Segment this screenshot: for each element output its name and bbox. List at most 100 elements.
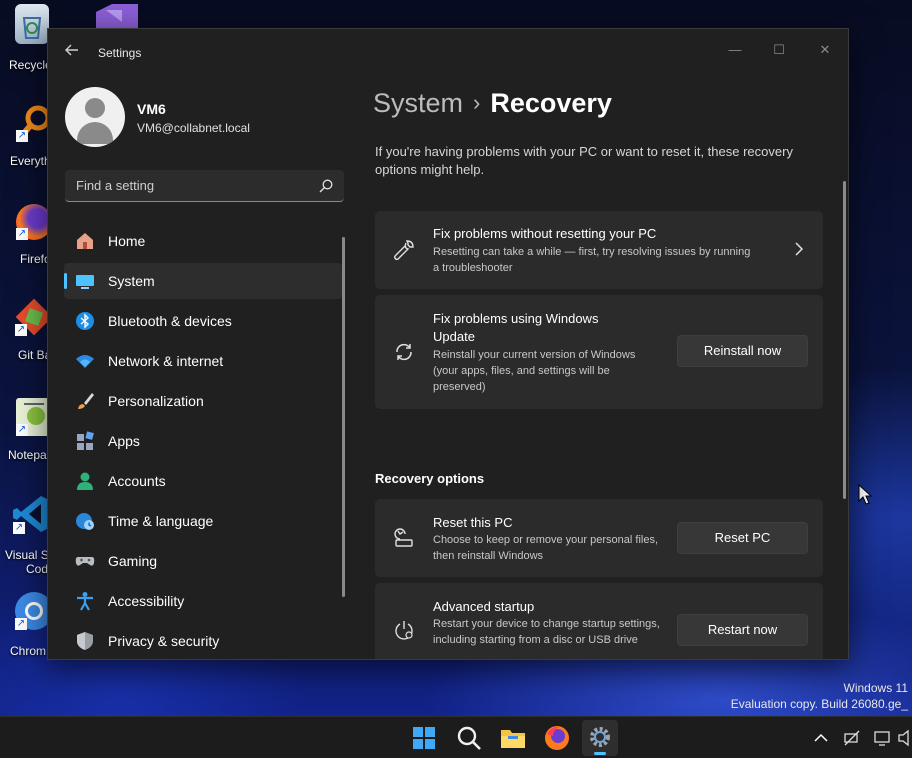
avatar-body xyxy=(77,122,113,144)
search-icon[interactable] xyxy=(455,724,483,752)
card-description: Resetting can take a while — first, try … xyxy=(433,246,751,274)
sidebar-item-personalization[interactable]: Personalization xyxy=(64,383,342,419)
shortcut-arrow-icon: ↗ xyxy=(16,424,28,436)
sidebar-item-label: Accessibility xyxy=(108,593,185,609)
sidebar-item-apps[interactable]: Apps xyxy=(64,423,342,459)
reinstall-now-button[interactable]: Reinstall now xyxy=(677,335,808,367)
card-description: Reinstall your current version of Window… xyxy=(433,349,636,393)
avatar-head xyxy=(85,98,105,118)
watermark-line2: Evaluation copy. Build 26080.ge_ xyxy=(730,697,908,711)
settings-window: Settings — ☐ ✕ VM6 VM6@collabnet.local H… xyxy=(47,28,849,660)
desktop-icon-label: Chrom xyxy=(10,644,47,658)
taskbar xyxy=(0,716,912,758)
chevron-right-icon xyxy=(795,242,804,256)
restart-now-button[interactable]: Restart now xyxy=(677,614,808,646)
accounts-icon xyxy=(77,472,93,490)
sidebar-item-label: Gaming xyxy=(108,553,158,569)
sidebar-item-home[interactable]: Home xyxy=(64,223,342,259)
main-content: System › Recovery If you're having problem… xyxy=(348,75,848,659)
advanced-startup-icon xyxy=(395,621,413,640)
visual-studio-icon[interactable] xyxy=(92,2,142,28)
card-title: Reset this PC xyxy=(433,515,513,530)
display-icon[interactable] xyxy=(874,729,892,747)
sidebar-item-system[interactable]: System xyxy=(64,263,342,299)
desktop-icon-label-line2: Cod xyxy=(26,562,49,576)
card-description: Restart your device to change startup se… xyxy=(433,618,660,646)
shortcut-arrow-icon: ↗ xyxy=(15,618,27,630)
search-box[interactable] xyxy=(65,170,344,202)
close-button[interactable]: ✕ xyxy=(802,35,848,65)
wifi-icon xyxy=(76,355,94,368)
sidebar-item-label: Privacy & security xyxy=(108,633,220,649)
minimize-button[interactable]: — xyxy=(712,35,758,65)
sidebar-item-label: Accounts xyxy=(108,473,166,489)
shortcut-arrow-icon: ↗ xyxy=(16,228,28,240)
desktop-icon-label: Visual St xyxy=(5,548,53,562)
home-icon xyxy=(77,233,93,249)
sidebar-item-label: Network & internet xyxy=(108,353,224,369)
desktop-icon-label: Everyth xyxy=(10,154,51,168)
desktop-icon-label: Notepa xyxy=(8,448,47,462)
maximize-button[interactable]: ☐ xyxy=(756,35,802,65)
sidebar-item-accessibility[interactable]: Accessibility xyxy=(64,583,342,619)
sidebar: VM6 VM6@collabnet.local Home System Blue… xyxy=(48,75,348,659)
sidebar-item-accounts[interactable]: Accounts xyxy=(64,463,342,499)
card-title: Fix problems using Windows Update xyxy=(433,311,599,344)
evaluation-watermark: Windows 11 Evaluation copy. Build 26080.… xyxy=(731,680,908,712)
mouse-cursor-icon xyxy=(858,484,872,505)
card-advanced-startup: Advanced startup Restart your device to … xyxy=(375,583,823,659)
reset-pc-icon xyxy=(394,528,413,547)
sidebar-item-privacy-security[interactable]: Privacy & security xyxy=(64,623,342,659)
file-explorer-icon[interactable] xyxy=(499,724,527,752)
avatar[interactable] xyxy=(65,87,125,147)
card-fix-windows-update: Fix problems using Windows Update Reinst… xyxy=(375,295,823,409)
breadcrumb-separator: › xyxy=(473,90,481,115)
back-button[interactable] xyxy=(62,43,82,63)
arrow-left-icon xyxy=(65,44,78,56)
active-indicator xyxy=(594,752,606,755)
sidebar-item-time-language[interactable]: Time & language xyxy=(64,503,342,539)
sidebar-item-label: Time & language xyxy=(108,513,214,529)
sidebar-item-gaming[interactable]: Gaming xyxy=(64,543,342,579)
system-monitor-icon xyxy=(76,275,94,289)
intro-text: If you're having problems with your PC o… xyxy=(375,144,793,177)
shortcut-arrow-icon: ↗ xyxy=(16,130,28,142)
recycle-bin-icon xyxy=(15,4,49,44)
page-title: Recovery xyxy=(490,88,612,118)
start-icon[interactable] xyxy=(410,724,438,752)
section-heading: Recovery options xyxy=(375,471,485,486)
card-description: Choose to keep or remove your personal f… xyxy=(433,534,659,562)
settings-taskbar-button[interactable] xyxy=(582,720,618,756)
gamepad-icon xyxy=(75,557,95,566)
globe-clock-icon xyxy=(76,513,94,530)
network-off-icon[interactable] xyxy=(843,729,861,747)
card-title: Advanced startup xyxy=(433,599,535,614)
sidebar-item-label: Home xyxy=(108,233,146,249)
sidebar-item-label: Apps xyxy=(108,433,140,449)
shield-icon xyxy=(77,632,93,650)
firefox-icon[interactable] xyxy=(543,724,571,752)
breadcrumb-parent[interactable]: System xyxy=(373,88,463,118)
volume-icon[interactable] xyxy=(898,729,912,747)
card-title: Fix problems without resetting your PC xyxy=(433,226,657,241)
settings-icon xyxy=(590,727,610,747)
desktop-icon-label: Recycle xyxy=(9,58,52,72)
sidebar-item-network[interactable]: Network & internet xyxy=(64,343,342,379)
sidebar-item-label: Bluetooth & devices xyxy=(108,313,232,329)
sidebar-item-label: Personalization xyxy=(108,393,204,409)
reset-pc-button[interactable]: Reset PC xyxy=(677,522,808,554)
watermark-line1: Windows 11 xyxy=(843,681,908,695)
search-input[interactable] xyxy=(76,178,306,193)
main-scrollbar[interactable] xyxy=(843,181,846,499)
sidebar-item-bluetooth[interactable]: Bluetooth & devices xyxy=(64,303,342,339)
vscode-icon: ↗ xyxy=(13,494,51,534)
card-fix-without-reset[interactable]: Fix problems without resetting your PC R… xyxy=(375,211,823,289)
card-reset-pc: Reset this PC Choose to keep or remove y… xyxy=(375,499,823,577)
title-bar[interactable]: Settings — ☐ ✕ xyxy=(48,29,848,75)
sidebar-scrollbar[interactable] xyxy=(342,237,345,597)
wrench-icon xyxy=(393,240,414,261)
chevron-up-icon[interactable] xyxy=(812,729,830,747)
user-name: VM6 xyxy=(137,101,166,117)
search-icon[interactable] xyxy=(318,178,334,194)
shortcut-arrow-icon: ↗ xyxy=(13,522,25,534)
